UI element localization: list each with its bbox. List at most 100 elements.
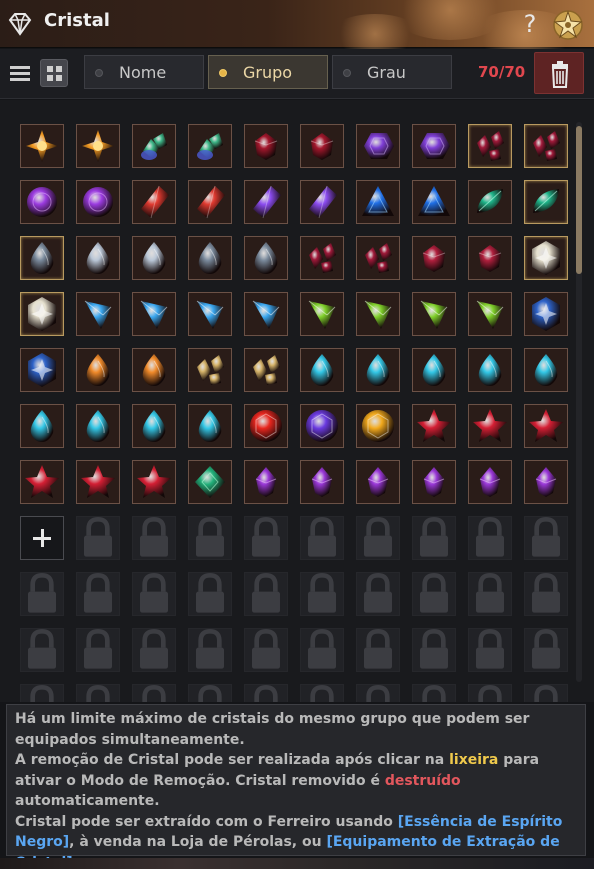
crystal-slot[interactable] [356,236,400,280]
crystal-slot[interactable] [412,404,456,448]
crystal-slot[interactable] [244,236,288,280]
crystal-slot[interactable] [468,404,512,448]
lock-icon [476,629,504,669]
crystal-slot[interactable] [524,460,568,504]
crystal-slot[interactable] [300,180,344,224]
crystal-slot[interactable] [188,460,232,504]
crystal-slot[interactable] [76,292,120,336]
crystal-slot[interactable] [76,460,120,504]
scrollbar[interactable] [576,122,582,682]
tab-grau[interactable]: Grau [332,55,452,89]
crystal-slot[interactable] [244,348,288,392]
crystal-slot[interactable] [524,124,568,168]
crystal-slot[interactable] [188,404,232,448]
locked-slot [188,628,232,672]
crystal-slot[interactable] [300,124,344,168]
locked-slot [356,628,400,672]
window-title: Cristal [44,10,110,31]
crystal-slot[interactable] [468,460,512,504]
crystal-slot[interactable] [412,124,456,168]
locked-slot [300,628,344,672]
crystal-slot[interactable] [20,236,64,280]
crystal-slot[interactable] [468,180,512,224]
help-button[interactable]: ? [516,8,544,40]
crystal-slot[interactable] [132,180,176,224]
crystal-slot[interactable] [188,236,232,280]
crystal-slot[interactable] [300,236,344,280]
lock-icon [476,573,504,613]
crystal-slot[interactable] [468,292,512,336]
crystal-slot[interactable] [132,460,176,504]
blue-prism-gem-icon [252,300,280,329]
crystal-slot[interactable] [524,404,568,448]
crystal-slot[interactable] [188,292,232,336]
red-star-gem-icon [137,465,171,498]
emblem-settings-icon[interactable] [552,9,584,41]
crystal-slot[interactable] [244,124,288,168]
crystal-slot[interactable] [76,348,120,392]
blue-prism-gem-icon [196,300,224,329]
crystal-slot[interactable] [300,292,344,336]
crystal-slot[interactable] [300,460,344,504]
crystal-slot[interactable] [244,404,288,448]
crystal-slot[interactable] [356,292,400,336]
crystal-slot[interactable] [524,292,568,336]
scrollbar-thumb[interactable] [576,126,582,274]
crystal-slot[interactable] [76,124,120,168]
crystal-slot[interactable] [412,236,456,280]
crystal-slot[interactable] [76,404,120,448]
bottom-hud-strip [0,858,594,869]
crystal-slot[interactable] [468,236,512,280]
crystal-slot[interactable] [244,460,288,504]
crystal-slot[interactable] [132,404,176,448]
crystal-slot[interactable] [20,180,64,224]
crystal-slot[interactable] [188,180,232,224]
crystal-slot[interactable] [524,180,568,224]
crystal-slot[interactable] [356,180,400,224]
crystal-slot[interactable] [132,124,176,168]
crystal-slot[interactable] [20,404,64,448]
crystal-slot[interactable] [356,348,400,392]
toolbar: Nome Grupo Grau 70/70 [0,49,594,99]
crystal-slot[interactable] [524,236,568,280]
locked-slot [524,516,568,560]
crystal-slot[interactable] [132,292,176,336]
crystal-slot[interactable] [468,348,512,392]
grid-view-button[interactable] [40,59,68,87]
crystal-slot[interactable] [412,460,456,504]
crystal-slot[interactable] [412,348,456,392]
crystal-slot[interactable] [20,460,64,504]
crystal-slot[interactable] [188,124,232,168]
crystal-slot[interactable] [468,124,512,168]
silver-teardrop-gem-icon [142,242,166,274]
crystal-slot[interactable] [244,180,288,224]
crystal-slot[interactable] [244,292,288,336]
list-view-button[interactable] [6,59,34,87]
crystal-slot[interactable] [76,236,120,280]
radio-indicator [95,69,103,77]
lock-icon [364,517,392,557]
crystal-slot[interactable] [20,124,64,168]
locked-slot [188,572,232,616]
crystal-slot[interactable] [300,404,344,448]
crystal-slot[interactable] [188,348,232,392]
tab-grupo[interactable]: Grupo [208,55,328,89]
tab-nome[interactable]: Nome [84,55,204,89]
add-slot-button[interactable] [20,516,64,560]
crystal-slot[interactable] [356,124,400,168]
crystal-slot[interactable] [356,460,400,504]
crystal-slot[interactable] [412,180,456,224]
crystal-slot[interactable] [524,348,568,392]
crystal-slot[interactable] [132,236,176,280]
crystal-slot[interactable] [300,348,344,392]
crystal-slot[interactable] [20,292,64,336]
crystal-slot[interactable] [76,180,120,224]
crystal-slot[interactable] [132,348,176,392]
violet-pointed-gem-icon [311,467,333,497]
crystal-slot[interactable] [20,348,64,392]
crystal-slot[interactable] [412,292,456,336]
dark-teardrop-gem-icon [30,242,54,274]
trash-button[interactable] [534,52,584,94]
crystal-slot[interactable] [356,404,400,448]
lock-icon [478,685,502,702]
